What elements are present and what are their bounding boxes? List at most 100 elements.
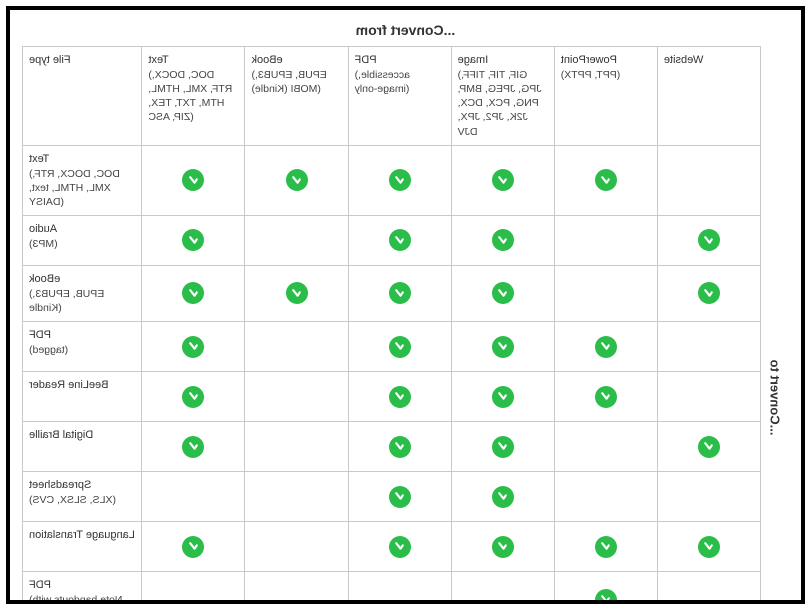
cell	[245, 572, 348, 604]
cell	[451, 216, 554, 266]
row-sublabel: (XLS, SLSX, CVS)	[29, 493, 135, 507]
check-icon	[286, 282, 308, 304]
cell	[554, 422, 657, 472]
conversion-table: File type Text (DOC, DOCX, RTF, XML, HTM…	[22, 46, 761, 604]
table-row: PDF(tagged)	[23, 322, 761, 372]
check-icon	[182, 169, 204, 191]
cell	[142, 145, 245, 215]
cell	[657, 145, 760, 215]
cell	[245, 372, 348, 422]
check-icon	[698, 282, 720, 304]
row-header: Digital Braille	[23, 422, 142, 472]
cell	[554, 322, 657, 372]
cell	[554, 572, 657, 604]
check-icon	[492, 336, 514, 358]
row-header: Spreadsheet(XLS, SLSX, CVS)	[23, 472, 142, 522]
cell	[348, 472, 451, 522]
header-row: File type Text (DOC, DOCX, RTF, XML, HTM…	[23, 47, 761, 146]
table-row: Language Translation	[23, 522, 761, 572]
cell	[554, 216, 657, 266]
cell	[142, 522, 245, 572]
row-label: Digital Braille	[29, 428, 135, 443]
cell	[451, 572, 554, 604]
cell	[451, 322, 554, 372]
table-row: BeeLine Reader	[23, 372, 761, 422]
row-label: PDF	[29, 578, 135, 593]
check-icon	[698, 229, 720, 251]
cell	[142, 422, 245, 472]
row-label: BeeLine Reader	[29, 378, 135, 393]
row-label: Text	[29, 152, 135, 167]
cell	[348, 266, 451, 322]
check-icon	[389, 169, 411, 191]
check-icon	[492, 229, 514, 251]
check-icon	[492, 386, 514, 408]
title: Convert from...	[22, 18, 789, 46]
check-icon	[698, 536, 720, 558]
cell	[451, 422, 554, 472]
cell	[554, 372, 657, 422]
cell	[554, 145, 657, 215]
row-header: PDF(tagged)	[23, 322, 142, 372]
row-sublabel: (EPUB, EPUB3, Kindle)	[29, 287, 135, 315]
cell	[245, 216, 348, 266]
row-header: eBook(EPUB, EPUB3, Kindle)	[23, 266, 142, 322]
check-icon	[492, 282, 514, 304]
check-icon	[182, 436, 204, 458]
check-icon	[389, 229, 411, 251]
check-icon	[182, 282, 204, 304]
cell	[657, 372, 760, 422]
cell	[348, 572, 451, 604]
cell	[245, 422, 348, 472]
cell	[348, 372, 451, 422]
cell	[451, 472, 554, 522]
row-label: PDF	[29, 328, 135, 343]
table-row: Spreadsheet(XLS, SLSX, CVS)	[23, 472, 761, 522]
check-icon	[182, 229, 204, 251]
col-website: Website	[657, 47, 760, 146]
row-header: BeeLine Reader	[23, 372, 142, 422]
check-icon	[182, 336, 204, 358]
col-text: Text (DOC, DOCX, RTF, XML, HTML, HTM, TX…	[142, 47, 245, 146]
cell	[554, 522, 657, 572]
cell	[245, 322, 348, 372]
check-icon	[698, 436, 720, 458]
conversion-matrix-frame: Convert from... File type Text (DOC, DOC…	[6, 6, 805, 604]
cell	[657, 422, 760, 472]
row-header: PDF(Note handouts with slide images)	[23, 572, 142, 604]
row-label: Spreadsheet	[29, 478, 135, 493]
col-file-type: File type	[23, 47, 142, 146]
cell	[348, 216, 451, 266]
cell	[657, 216, 760, 266]
row-label: Language Translation	[29, 528, 135, 543]
cell	[657, 522, 760, 572]
side-label: Convert to...	[761, 166, 789, 604]
cell	[142, 472, 245, 522]
check-icon	[182, 536, 204, 558]
cell	[348, 322, 451, 372]
check-icon	[492, 169, 514, 191]
table-row: eBook(EPUB, EPUB3, Kindle)	[23, 266, 761, 322]
cell	[142, 266, 245, 322]
cell	[142, 572, 245, 604]
row-header: Text(DOC, DOCX, RTF, XML, HTML, text, DA…	[23, 145, 142, 215]
check-icon	[182, 386, 204, 408]
row-sublabel: (MP3)	[29, 237, 135, 251]
cell	[245, 472, 348, 522]
cell	[657, 572, 760, 604]
cell	[142, 216, 245, 266]
row-header: Language Translation	[23, 522, 142, 572]
cell	[245, 266, 348, 322]
check-icon	[286, 169, 308, 191]
cell	[657, 322, 760, 372]
col-powerpoint: PowerPoint (PPT, PPTX)	[554, 47, 657, 146]
check-icon	[389, 486, 411, 508]
check-icon	[389, 436, 411, 458]
check-icon	[595, 386, 617, 408]
cell	[245, 145, 348, 215]
cell	[348, 422, 451, 472]
check-icon	[595, 589, 617, 604]
row-header: Audio(MP3)	[23, 216, 142, 266]
cell	[554, 472, 657, 522]
cell	[348, 145, 451, 215]
